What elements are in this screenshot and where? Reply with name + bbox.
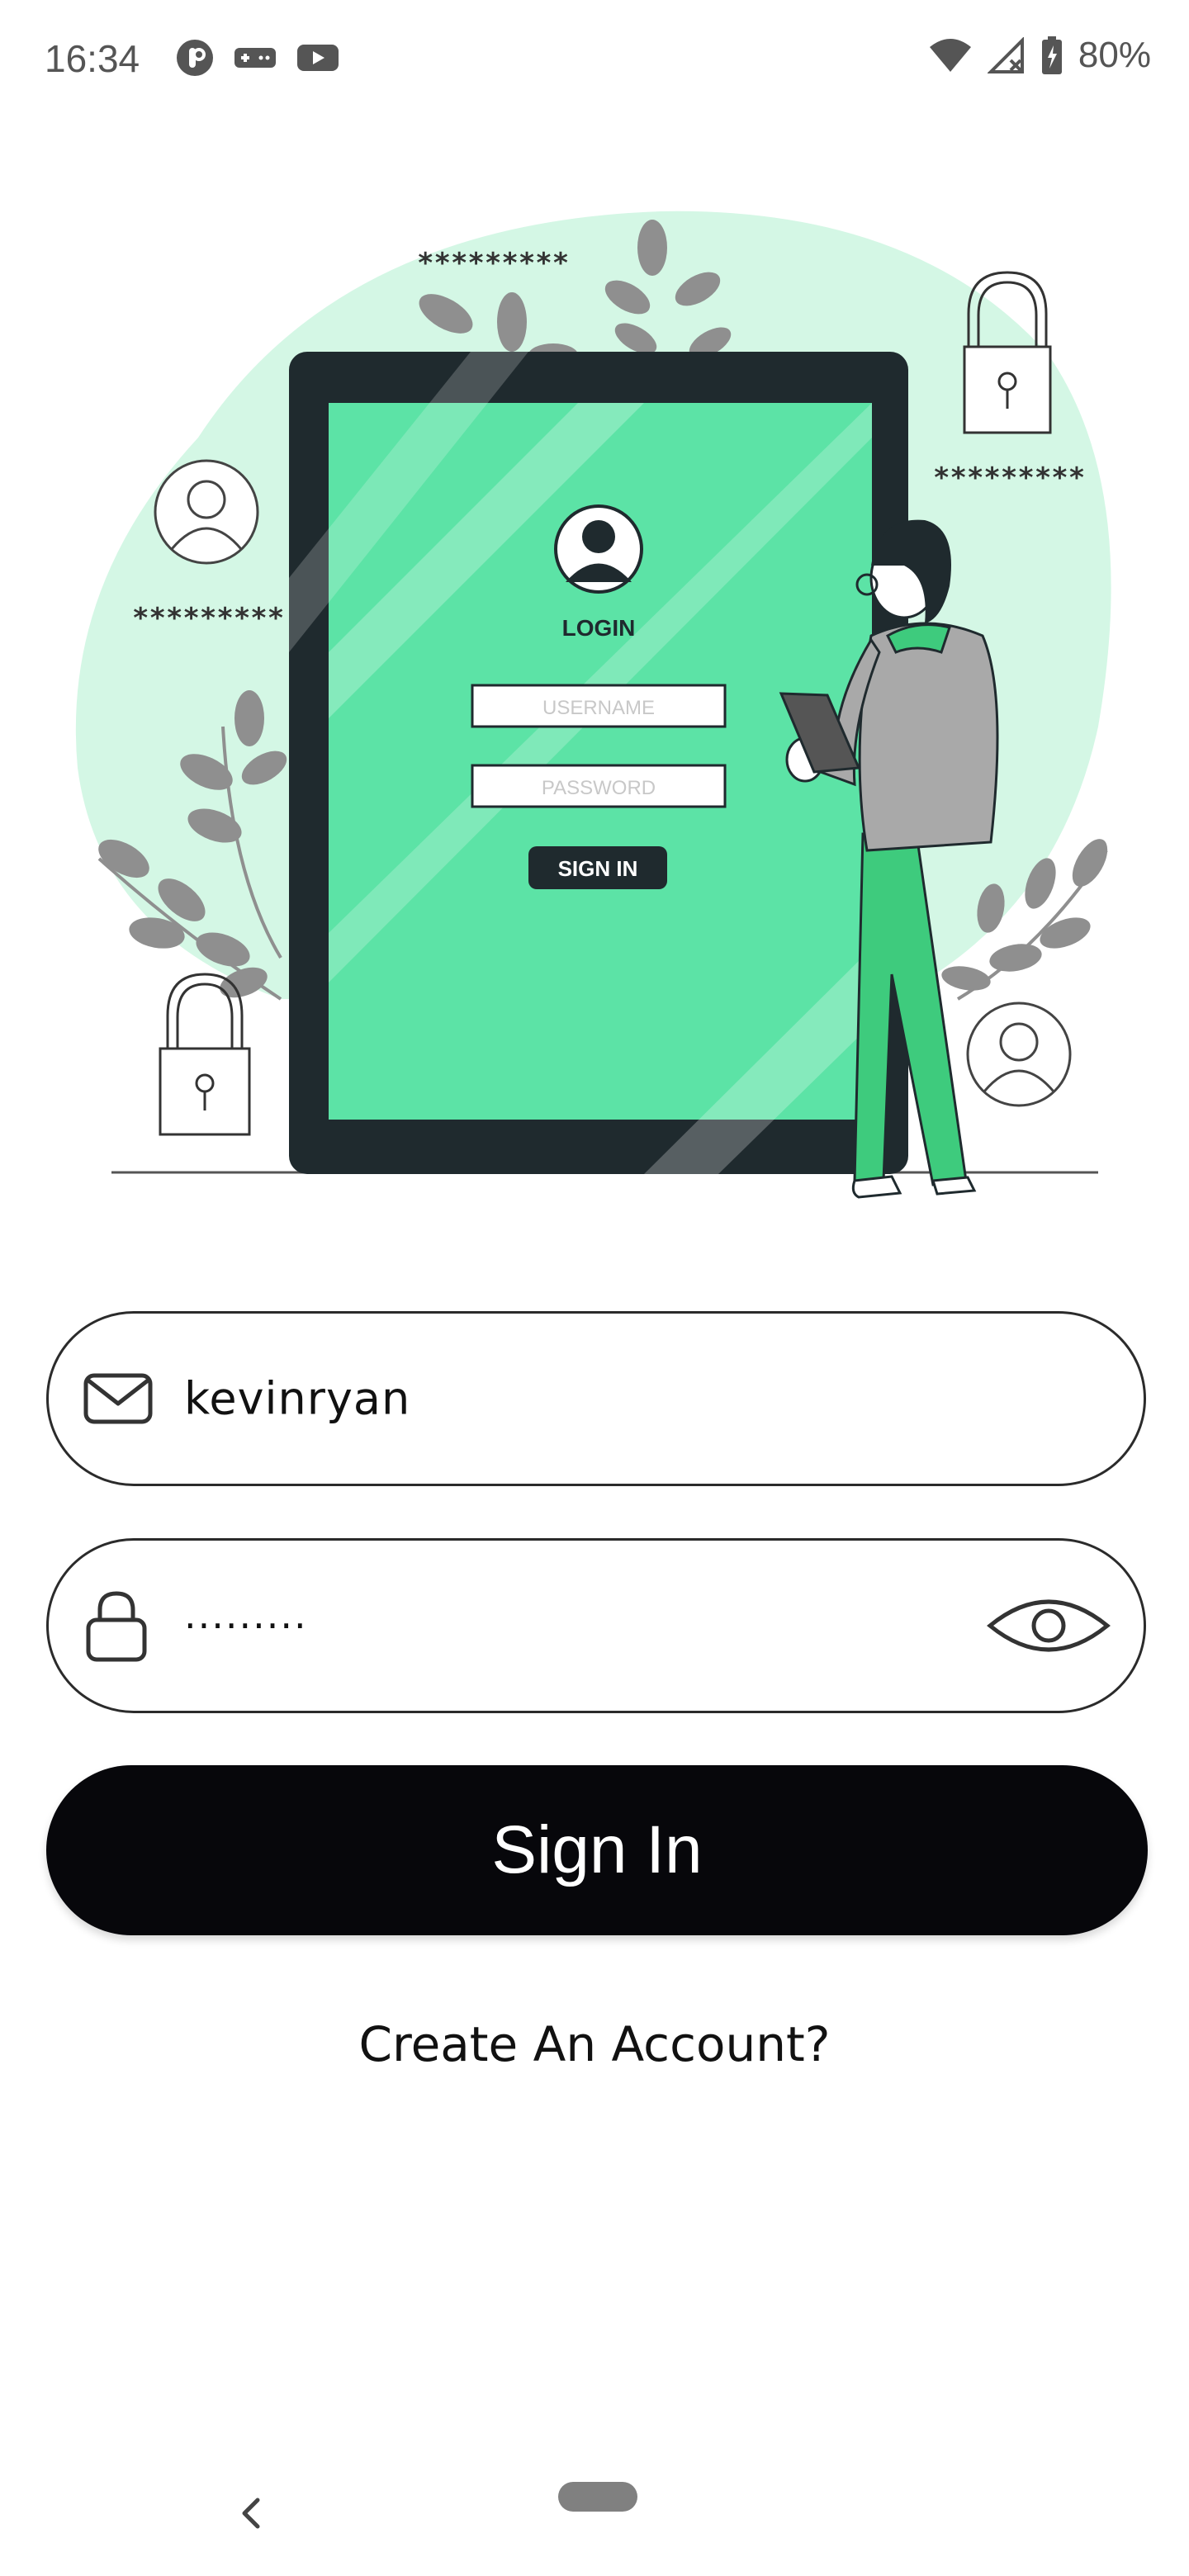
user-circle-right: [966, 1002, 1072, 1107]
padlock-bottom-left: [159, 973, 251, 1136]
login-illustration: LOGIN USERNAME PASSWORD SIGN IN ********…: [75, 211, 1111, 1199]
system-status-icons: 80%: [928, 35, 1151, 76]
status-time: 16:34: [45, 37, 140, 80]
home-pill[interactable]: [558, 2482, 637, 2512]
masked-text-left: *********: [132, 602, 284, 635]
username-value[interactable]: kevinryan: [184, 1373, 410, 1425]
masked-text-right: *********: [933, 462, 1085, 495]
card-username-placeholder: USERNAME: [542, 697, 655, 719]
card-title: LOGIN: [562, 615, 636, 641]
sign-in-button[interactable]: Sign In: [46, 1765, 1148, 1935]
chevron-left-icon[interactable]: [239, 2495, 263, 2531]
username-field[interactable]: kevinryan: [46, 1311, 1146, 1486]
youtube-icon: [297, 45, 339, 71]
mail-icon: [83, 1373, 153, 1424]
card-password-placeholder: PASSWORD: [542, 777, 656, 799]
battery-charging-icon: [1041, 36, 1062, 74]
eye-icon[interactable]: [987, 1591, 1111, 1660]
card-signin-label: SIGN IN: [558, 856, 638, 881]
battery-percent: 80%: [1078, 35, 1151, 75]
game-icon: [234, 48, 276, 68]
app-notification-icon: [177, 40, 213, 76]
create-account-link[interactable]: Create An Account?: [0, 2016, 1189, 2072]
notification-icons: [175, 38, 340, 78]
password-field[interactable]: ·········: [46, 1538, 1146, 1713]
user-circle-left: [154, 459, 259, 565]
signal-icon: [987, 37, 1024, 73]
wifi-icon: [929, 39, 971, 72]
lock-icon: [86, 1591, 147, 1662]
masked-text-top: *********: [417, 247, 569, 280]
password-value[interactable]: ·········: [184, 1603, 308, 1648]
status-bar: 16:34 80%: [0, 0, 1189, 116]
